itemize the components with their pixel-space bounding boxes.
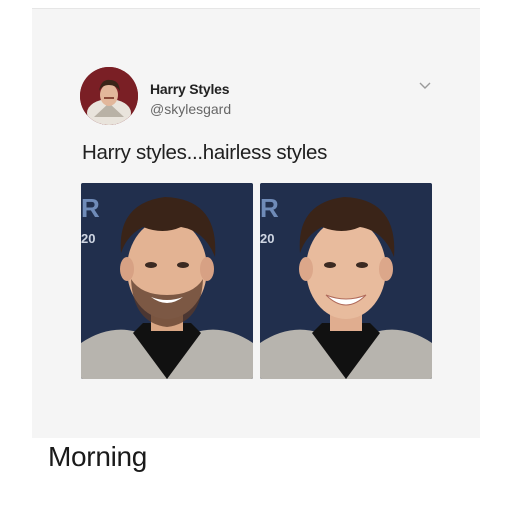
meme-page: Harry Styles @skylesgard Harry styles...… xyxy=(0,0,512,512)
backdrop-letter: R xyxy=(260,193,279,223)
author-handle[interactable]: @skylesgard xyxy=(150,101,231,117)
tweet-photo-clean-shaven[interactable]: R 20 xyxy=(260,183,432,379)
tweet-text: Harry styles...hairless styles xyxy=(82,141,328,164)
tweet-photo-bearded[interactable]: R 20 xyxy=(81,183,253,379)
avatar-image xyxy=(80,67,138,125)
backdrop-number: 20 xyxy=(81,231,95,246)
backdrop-letter: R xyxy=(81,193,100,223)
meme-caption: Morning xyxy=(48,441,148,472)
backdrop-number: 20 xyxy=(260,231,274,246)
chevron-down-icon[interactable] xyxy=(419,78,431,89)
author-name[interactable]: Harry Styles xyxy=(150,81,230,97)
avatar[interactable] xyxy=(80,67,138,125)
